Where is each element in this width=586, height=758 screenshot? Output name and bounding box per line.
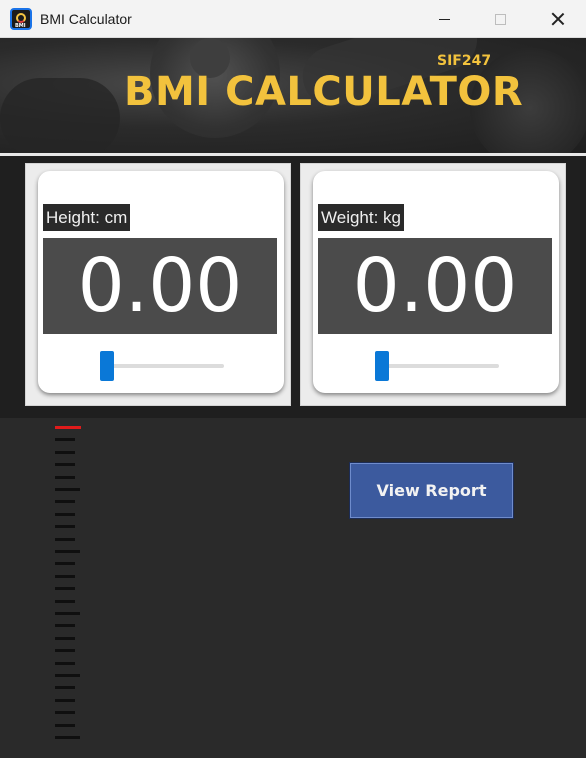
minimize-button[interactable]	[418, 0, 470, 38]
gauge-tick	[55, 649, 75, 653]
input-panel: Height: cm 0.00 Weight: kg 0.00	[0, 156, 586, 418]
gauge-tick	[55, 612, 80, 615]
gauge-tick	[55, 450, 75, 454]
window-title: BMI Calculator	[40, 11, 132, 27]
banner-tag: SIF247	[437, 53, 492, 69]
weight-slider-thumb[interactable]	[375, 351, 389, 381]
maximize-button[interactable]	[474, 0, 526, 38]
close-icon	[551, 12, 565, 26]
gauge-tick	[55, 661, 75, 665]
height-card: Height: cm 0.00	[38, 171, 284, 393]
title-bar: BMI BMI Calculator	[0, 0, 586, 38]
height-label: Height: cm	[43, 204, 131, 231]
height-value-display: 0.00	[43, 238, 277, 334]
weight-card-frame: Weight: kg 0.00	[300, 163, 566, 406]
gauge-tick	[55, 438, 75, 442]
close-button[interactable]	[532, 0, 584, 38]
height-slider-track[interactable]	[100, 364, 224, 368]
bmi-gauge	[55, 426, 81, 742]
gauge-tick	[55, 562, 75, 566]
gauge-tick	[55, 475, 75, 479]
weight-card: Weight: kg 0.00	[313, 171, 559, 393]
gauge-tick	[55, 488, 80, 491]
gauge-tick	[55, 599, 75, 603]
height-slider-thumb[interactable]	[100, 351, 114, 381]
gauge-tick	[55, 711, 75, 715]
app-icon-text: BMI	[15, 23, 26, 29]
minimize-icon	[438, 18, 450, 20]
gauge-tick	[55, 723, 75, 727]
gauge-tick	[55, 512, 75, 516]
gauge-tick	[55, 525, 75, 529]
app-icon: BMI	[10, 8, 32, 30]
gauge-tick	[55, 500, 75, 504]
weight-slider[interactable]	[375, 351, 499, 381]
banner-image: SIF247 BMI CALCULATOR	[0, 38, 586, 153]
gauge-tick	[55, 463, 75, 467]
gauge-tick	[55, 624, 75, 628]
gauge-tick	[55, 574, 75, 578]
gauge-tick	[55, 636, 75, 640]
gauge-tick	[55, 698, 75, 702]
gauge-tick	[55, 537, 75, 541]
height-slider[interactable]	[100, 351, 224, 381]
weight-label: Weight: kg	[318, 204, 405, 231]
gauge-tick	[55, 674, 80, 677]
gauge-tick	[55, 587, 75, 591]
gauge-indicator	[55, 426, 81, 429]
height-card-frame: Height: cm 0.00	[25, 163, 291, 406]
weight-slider-track[interactable]	[375, 364, 499, 368]
maximize-icon	[494, 13, 506, 25]
banner-title: BMI CALCULATOR	[124, 69, 524, 115]
gauge-tick	[55, 736, 80, 739]
view-report-button[interactable]: View Report	[350, 463, 513, 518]
gauge-tick	[55, 686, 75, 690]
weight-value-display: 0.00	[318, 238, 552, 334]
gauge-tick	[55, 550, 80, 553]
